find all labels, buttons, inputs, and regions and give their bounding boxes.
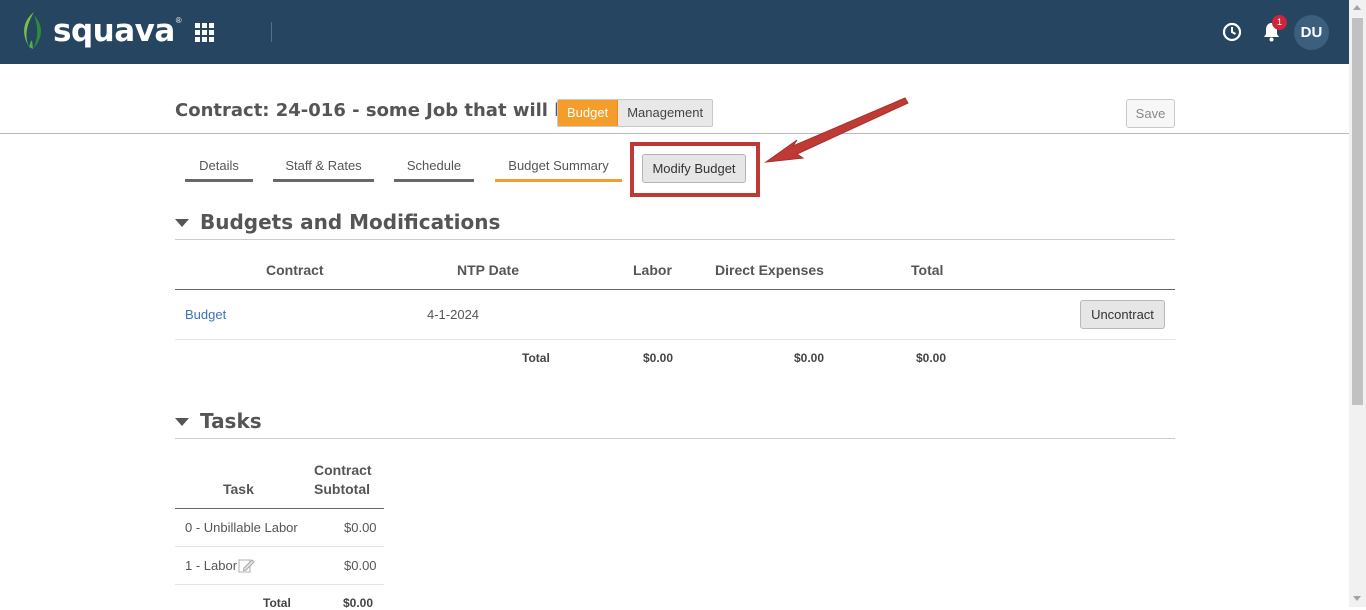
toggle-management-button[interactable]: Management <box>618 100 713 126</box>
table-header-rule <box>175 289 1175 290</box>
total-direct-expenses-value: $0.00 <box>794 351 825 365</box>
tab-details[interactable]: Details <box>185 158 253 182</box>
tasks-total-value: $0.00 <box>343 596 374 610</box>
task-subtotal: $0.00 <box>344 558 377 573</box>
scroll-thumb[interactable] <box>1352 18 1363 405</box>
tasks-section-title: Tasks <box>200 409 262 433</box>
user-avatar[interactable]: DU <box>1294 15 1329 50</box>
logo-wordmark: squava <box>53 13 175 49</box>
scroll-down-arrow-icon[interactable] <box>1353 596 1361 601</box>
top-navigation-bar: squava ® 1 DU <box>0 0 1349 64</box>
column-header-contract: Contract <box>266 262 324 278</box>
view-toggle: Budget Management <box>557 99 714 127</box>
column-header-contract-line: Contract <box>314 462 372 478</box>
tab-staff-rates[interactable]: Staff & Rates <box>273 158 374 182</box>
column-header-direct-expenses: Direct Expenses <box>715 262 824 278</box>
scroll-up-arrow-icon[interactable] <box>1353 5 1361 10</box>
notification-badge: 1 <box>1272 15 1287 30</box>
tasks-section-header: Tasks <box>175 409 1175 439</box>
collapse-caret-icon[interactable] <box>175 418 189 426</box>
column-header-labor: Labor <box>633 262 672 278</box>
total-value: $0.00 <box>916 351 947 365</box>
collapse-caret-icon[interactable] <box>175 219 189 227</box>
budgets-section-title: Budgets and Modifications <box>200 210 501 234</box>
column-header-subtotal-line: Subtotal <box>314 481 370 497</box>
save-button[interactable]: Save <box>1126 99 1175 128</box>
header-divider <box>271 22 272 42</box>
logo-trademark: ® <box>175 15 182 25</box>
task-subtotal: $0.00 <box>344 520 377 535</box>
clock-icon[interactable] <box>1221 21 1243 43</box>
tab-budget-summary[interactable]: Budget Summary <box>495 158 622 182</box>
task-name: 0 - Unbillable Labor <box>185 520 298 535</box>
column-header-task: Task <box>223 481 254 497</box>
tasks-row-rule <box>175 546 384 547</box>
table-row-rule <box>175 339 1175 340</box>
tasks-header-rule <box>175 508 384 509</box>
task-name: 1 - Labor <box>185 558 238 573</box>
tasks-total-label: Total <box>263 596 291 610</box>
budget-contract-link[interactable]: Budget <box>185 307 226 322</box>
total-labor-value: $0.00 <box>643 351 674 365</box>
budgets-section-header: Budgets and Modifications <box>175 210 1175 240</box>
uncontract-button[interactable]: Uncontract <box>1080 300 1165 329</box>
apps-grid-icon[interactable] <box>195 23 214 42</box>
ntp-date-cell: 4-1-2024 <box>427 307 480 322</box>
vertical-scrollbar[interactable] <box>1349 0 1366 607</box>
column-header-ntp-date: NTP Date <box>457 262 519 278</box>
budget-total-label: Total <box>522 351 550 365</box>
modify-budget-button[interactable]: Modify Budget <box>642 154 746 183</box>
toggle-budget-button[interactable]: Budget <box>558 100 619 126</box>
column-header-total: Total <box>911 262 944 278</box>
header-divider-line <box>0 133 1349 134</box>
tasks-row-rule <box>175 584 384 585</box>
leaf-logo-icon <box>24 12 41 49</box>
squava-logo[interactable]: squava ® <box>20 10 182 52</box>
tab-schedule[interactable]: Schedule <box>394 158 474 182</box>
edit-icon[interactable] <box>238 558 255 573</box>
